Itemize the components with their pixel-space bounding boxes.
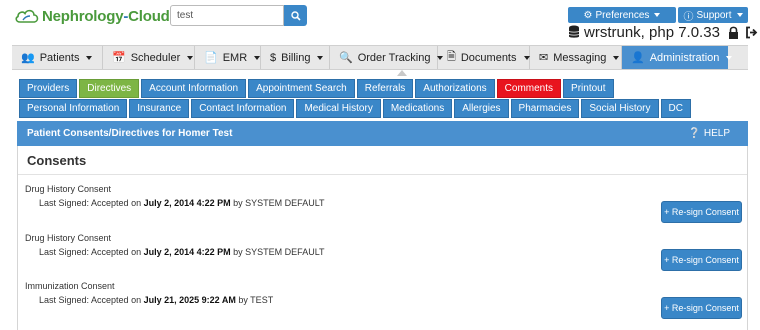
question-circle-icon: ❔ <box>688 128 701 139</box>
consent-name: Drug History Consent <box>25 184 112 194</box>
tab-appointment-search[interactable]: Appointment Search <box>248 79 355 98</box>
logout-icon[interactable] <box>745 26 758 39</box>
panel-title: Patient Consents/Directives for Homer Te… <box>27 128 233 139</box>
chevron-down-icon <box>317 55 324 60</box>
dollar-icon: $ <box>270 51 277 64</box>
divider <box>18 174 747 175</box>
nephrology-cloud-logo[interactable]: Nephrology-Cloud <box>14 6 170 26</box>
user-info: wrstrunk, php 7.0.33 <box>568 22 758 42</box>
chevron-down-icon <box>254 55 261 60</box>
nav-emr[interactable]: 📄 EMR <box>195 46 261 69</box>
consent-item: Drug History Consent Last Signed: Accept… <box>25 184 745 208</box>
tab-allergies[interactable]: Allergies <box>454 99 509 118</box>
nav-messaging[interactable]: ✉ Messaging <box>530 46 622 69</box>
cloud-icon <box>15 9 39 23</box>
file-icon: 🗎 <box>447 51 456 63</box>
resign-consent-button[interactable]: + Re-sign Consent <box>661 249 742 271</box>
consent-name: Drug History Consent <box>25 233 112 243</box>
nav-patients[interactable]: 👥 Patients <box>12 46 103 69</box>
users-icon: 👥 <box>21 52 35 64</box>
support-button[interactable]: ⓘ Support <box>678 7 748 23</box>
tab-providers[interactable]: Providers <box>19 79 78 98</box>
chevron-down-icon <box>187 55 194 60</box>
chevron-down-icon <box>523 55 530 60</box>
user-icon: 👤 <box>631 52 645 64</box>
chevron-down-icon <box>86 55 93 60</box>
consent-last-signed: Last Signed: Accepted on July 21, 2025 9… <box>39 295 274 305</box>
tab-pharmacies[interactable]: Pharmacies <box>510 99 580 118</box>
consents-panel: Consents Drug History Consent Last Signe… <box>17 146 748 330</box>
consent-name: Immunization Consent <box>25 281 115 291</box>
tab-medical-history[interactable]: Medical History <box>296 99 381 118</box>
chevron-down-icon <box>654 13 661 17</box>
tab-referrals[interactable]: Referrals <box>356 79 414 98</box>
nav-billing[interactable]: $ Billing <box>261 46 330 69</box>
search-icon: 🔍 <box>339 52 353 64</box>
database-icon <box>568 25 580 38</box>
calendar-icon: 📅 <box>112 52 126 64</box>
tab-insurance[interactable]: Insurance <box>129 99 190 118</box>
nav-administration[interactable]: 👤 Administration <box>622 46 733 69</box>
lock-icon[interactable] <box>728 26 739 39</box>
tab-medications[interactable]: Medications <box>382 99 453 118</box>
document-icon: 📄 <box>204 52 218 64</box>
tab-authorizations[interactable]: Authorizations <box>415 79 495 98</box>
search-input[interactable] <box>170 5 284 26</box>
help-link[interactable]: ❔ HELP <box>688 128 730 139</box>
patient-tabs-row-2: Personal Information Insurance Contact I… <box>19 99 691 118</box>
search-icon <box>290 10 301 21</box>
tab-printout[interactable]: Printout <box>563 79 614 98</box>
panel-header: Patient Consents/Directives for Homer Te… <box>17 121 748 146</box>
tab-social-history[interactable]: Social History <box>581 99 659 118</box>
tab-personal-information[interactable]: Personal Information <box>19 99 128 118</box>
chevron-down-icon <box>726 55 733 60</box>
resign-consent-button[interactable]: + Re-sign Consent <box>661 201 742 223</box>
envelope-icon: ✉ <box>539 52 549 64</box>
tab-comments[interactable]: Comments <box>496 79 562 98</box>
gear-icon: ⚙ <box>583 9 593 21</box>
tab-account-information[interactable]: Account Information <box>141 79 247 98</box>
consent-last-signed: Last Signed: Accepted on July 2, 2014 4:… <box>39 198 325 208</box>
consent-item: Immunization Consent Last Signed: Accept… <box>25 281 745 305</box>
consent-last-signed: Last Signed: Accepted on July 2, 2014 4:… <box>39 247 325 257</box>
tab-directives[interactable]: Directives <box>79 79 140 98</box>
tab-contact-information[interactable]: Contact Information <box>191 99 295 118</box>
patient-tabs-row-1: Providers Directives Account Information… <box>19 79 614 98</box>
nav-scheduler[interactable]: 📅 Scheduler <box>103 46 195 69</box>
user-session-text: wrstrunk, php 7.0.33 <box>584 23 720 41</box>
consents-heading: Consents <box>27 153 87 168</box>
tab-dc[interactable]: DC <box>660 99 691 118</box>
support-label: Support <box>696 9 732 21</box>
nav-documents[interactable]: 🗎 Documents <box>438 46 530 69</box>
chevron-down-icon <box>613 55 620 60</box>
consent-item: Drug History Consent Last Signed: Accept… <box>25 233 745 257</box>
preferences-button[interactable]: ⚙ Preferences <box>568 7 676 23</box>
nav-pointer <box>397 70 407 76</box>
main-navigation: 👥 Patients 📅 Scheduler 📄 EMR $ Billing 🔍… <box>12 45 748 70</box>
search-button[interactable] <box>284 5 307 26</box>
preferences-label: Preferences <box>595 9 650 21</box>
chevron-down-icon <box>736 13 743 17</box>
resign-consent-button[interactable]: + Re-sign Consent <box>661 297 742 319</box>
brand-name: Nephrology-Cloud <box>42 7 170 25</box>
nav-order-tracking[interactable]: 🔍 Order Tracking <box>330 46 444 69</box>
info-icon: ⓘ <box>683 11 694 23</box>
